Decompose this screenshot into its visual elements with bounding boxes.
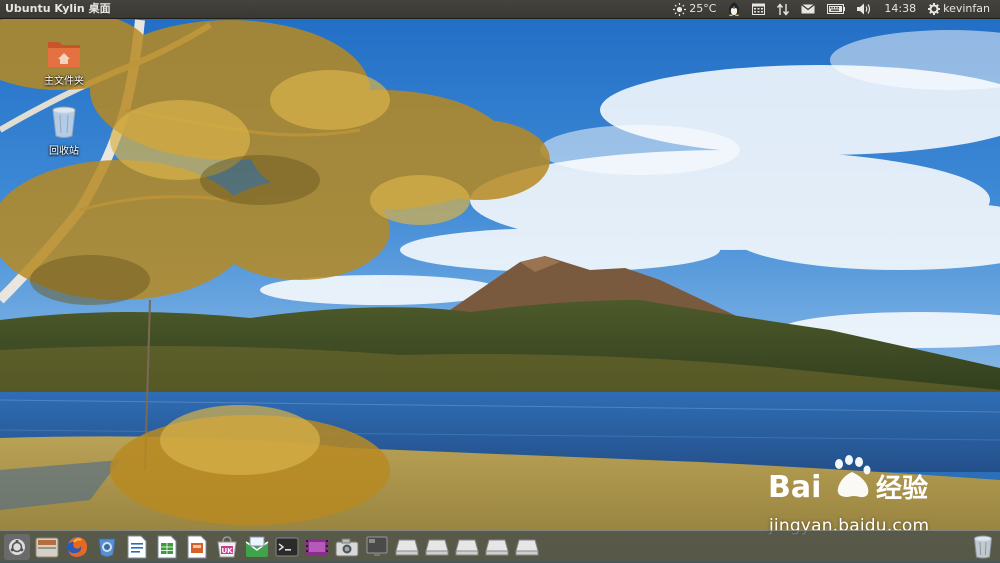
- calendar-indicator[interactable]: [746, 0, 771, 18]
- baidu-watermark: Bai 经验 jingyan.baidu.com: [766, 455, 956, 541]
- dock-item-dash[interactable]: [4, 534, 30, 560]
- chromium-icon: [98, 538, 116, 558]
- clock-indicator[interactable]: 14:38: [878, 0, 922, 18]
- video-player-icon: [306, 539, 328, 555]
- battery-indicator[interactable]: [821, 0, 851, 18]
- desktop-icon-trash[interactable]: 回收站: [34, 106, 94, 157]
- launcher-dock: UK: [0, 530, 1000, 563]
- dock-item-drive-2[interactable]: [424, 534, 450, 560]
- mail-icon: [801, 4, 816, 14]
- temperature-label: 25°C: [689, 2, 717, 15]
- gear-icon: [928, 3, 941, 15]
- svg-text:UK: UK: [221, 547, 233, 555]
- weather-indicator[interactable]: 25°C: [667, 0, 722, 18]
- dock-item-software-center[interactable]: UK: [214, 534, 240, 560]
- home-folder-icon: [48, 42, 80, 67]
- network-indicator[interactable]: [771, 0, 795, 18]
- session-indicator[interactable]: kevinfan: [922, 0, 996, 18]
- dash-home-icon: [9, 539, 25, 555]
- terminal-icon: [275, 537, 299, 557]
- dock-item-drive-5[interactable]: [514, 534, 540, 560]
- file-manager-icon: [35, 537, 59, 558]
- penguin-indicator[interactable]: [722, 0, 746, 18]
- firefox-icon: [66, 536, 88, 558]
- dock-item-chromium[interactable]: [94, 534, 120, 560]
- desktop-icon-label: 回收站: [49, 146, 79, 157]
- dock-item-files[interactable]: [34, 534, 60, 560]
- penguin-icon: [729, 2, 740, 16]
- software-center-icon: UK: [217, 536, 237, 558]
- clock-label: 14:38: [884, 2, 917, 15]
- writer-icon: [127, 535, 147, 559]
- dock-item-camera[interactable]: [334, 534, 360, 560]
- window-title: Ubuntu Kylin 桌面: [5, 2, 111, 15]
- mail-client-icon: [245, 536, 269, 557]
- svg-text:Bai: Bai: [768, 470, 821, 505]
- sun-icon: [673, 2, 687, 16]
- username-label: kevinfan: [943, 2, 990, 15]
- dock-item-terminal[interactable]: [274, 534, 300, 560]
- dock-item-firefox[interactable]: [64, 534, 90, 560]
- calendar-icon: [752, 3, 766, 15]
- dock-item-video[interactable]: [304, 534, 330, 560]
- dock-item-drive-1[interactable]: [394, 534, 420, 560]
- drive-icon: [515, 539, 539, 556]
- dock-item-drive-3[interactable]: [454, 534, 480, 560]
- calc-icon: [157, 535, 177, 559]
- indicator-area: 25°C 14:38 kevinfan: [667, 0, 996, 18]
- drive-icon: [395, 539, 419, 556]
- baidu-logo: Bai 经验: [768, 455, 928, 505]
- drive-icon: [455, 539, 479, 556]
- keyboard-icon: [827, 4, 846, 14]
- top-panel: Ubuntu Kylin 桌面 25°C 14:38 kevinfan: [0, 0, 1000, 19]
- network-updown-icon: [777, 2, 790, 16]
- trash-icon: [974, 535, 992, 559]
- dock-item-trash[interactable]: [970, 534, 996, 560]
- dock-item-impress[interactable]: [184, 534, 210, 560]
- drive-icon: [485, 539, 509, 556]
- desktop-icon-home[interactable]: 主文件夹: [34, 38, 94, 87]
- camera-icon: [335, 538, 359, 557]
- dock-item-mail[interactable]: [244, 534, 270, 560]
- trash-icon: [52, 106, 76, 138]
- volume-icon: [857, 3, 871, 15]
- sound-indicator[interactable]: [851, 0, 878, 18]
- dock-item-drive-4[interactable]: [484, 534, 510, 560]
- impress-icon: [187, 535, 207, 559]
- dock-item-writer[interactable]: [124, 534, 150, 560]
- dock-item-monitor[interactable]: [364, 534, 390, 560]
- dock-item-calc[interactable]: [154, 534, 180, 560]
- drive-icon: [425, 539, 449, 556]
- desktop-icon-label: 主文件夹: [44, 76, 84, 87]
- messaging-indicator[interactable]: [795, 0, 821, 18]
- svg-text:经验: 经验: [876, 473, 928, 504]
- system-monitor-icon: [366, 536, 388, 556]
